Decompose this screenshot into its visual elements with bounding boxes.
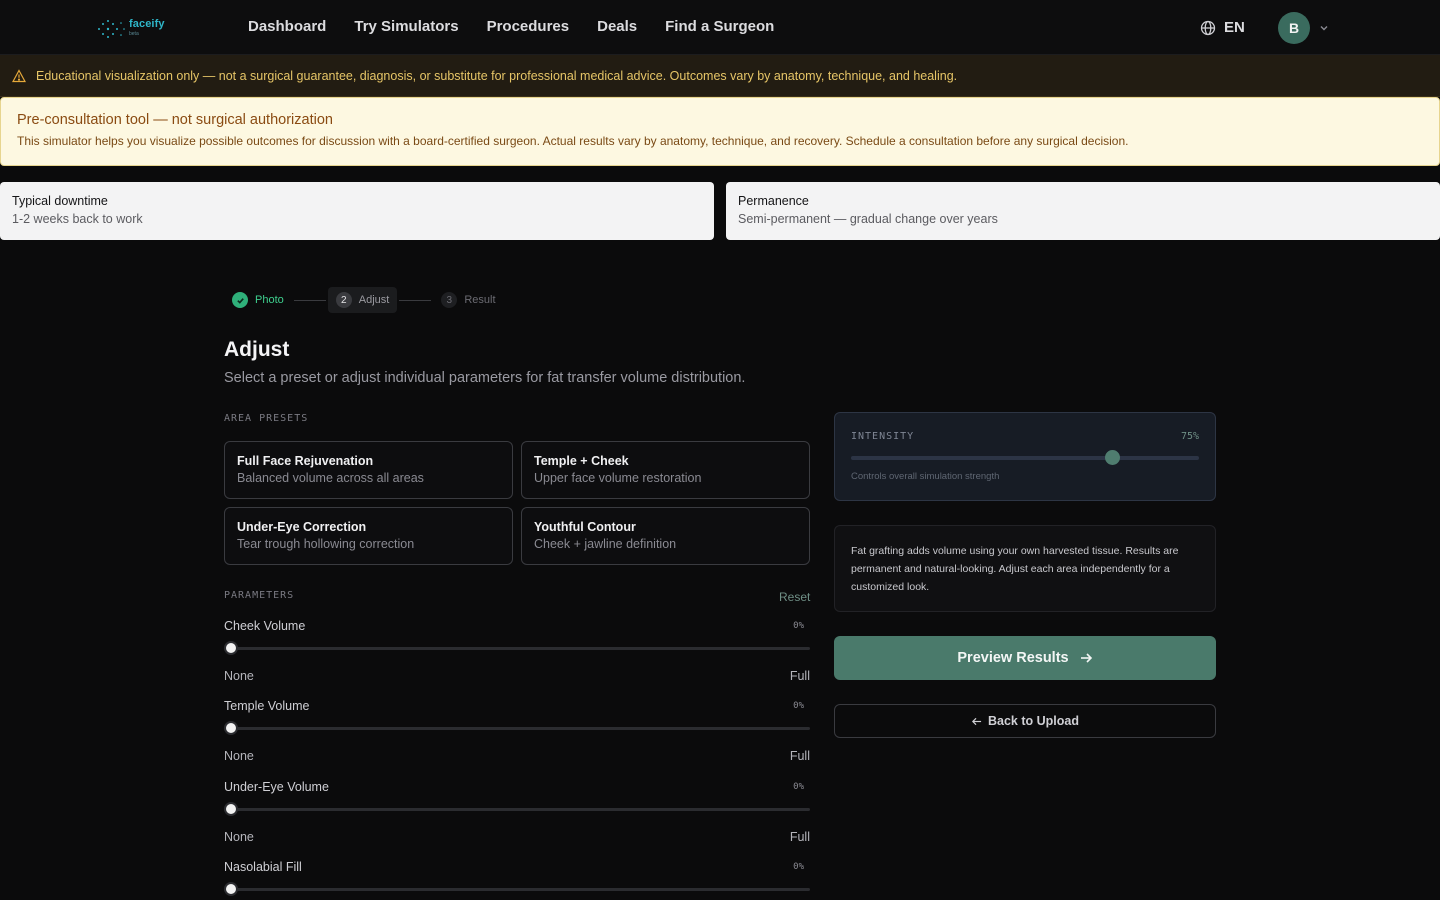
nav-deals[interactable]: Deals: [597, 18, 637, 35]
preset-under-eye[interactable]: Under-Eye Correction Tear trough hollowi…: [224, 507, 513, 565]
language-selector[interactable]: EN: [1200, 19, 1245, 36]
page-title: Adjust: [224, 338, 290, 361]
param-name: Nasolabial Fill: [224, 860, 302, 874]
step-adjust-number: 2: [335, 292, 352, 308]
param-name: Under-Eye Volume: [224, 780, 329, 794]
param-value: 0%: [793, 862, 804, 872]
permanence-value: Semi-permanent — gradual change over yea…: [738, 212, 998, 226]
permanence-card: Permanence Semi-permanent — gradual chan…: [726, 182, 1440, 240]
disclaimer-bar: Educational visualization only — not a s…: [0, 55, 1440, 97]
procedure-note: Fat grafting adds volume using your own …: [834, 525, 1216, 612]
intensity-value: 75%: [1180, 431, 1199, 442]
brand-name: faceify: [129, 18, 165, 30]
nav-find-surgeon[interactable]: Find a Surgeon: [665, 18, 774, 35]
disclaimer-text: Educational visualization only — not a s…: [36, 68, 958, 83]
nav-links: Dashboard Try Simulators Procedures Deal…: [248, 18, 774, 35]
preset-temple-cheek[interactable]: Temple + Cheek Upper face volume restora…: [521, 441, 810, 499]
slider-thumb[interactable]: [224, 802, 238, 816]
intensity-slider-thumb[interactable]: [1104, 450, 1120, 465]
step-connector: [293, 299, 326, 301]
param-name: Cheek Volume: [224, 619, 306, 633]
step-result-label: Result: [464, 294, 496, 306]
progress-stepper: Photo 2 Adjust 3 Result: [224, 287, 504, 313]
param-name: Temple Volume: [224, 699, 310, 713]
nav-procedures[interactable]: Procedures: [487, 18, 570, 35]
nav-try-simulators[interactable]: Try Simulators: [354, 18, 458, 35]
preset-subtitle: Cheek + jawline definition: [534, 537, 677, 551]
back-to-upload-label: Back to Upload: [988, 714, 1079, 728]
param-max-label: Full: [789, 749, 810, 763]
param-min-label: None: [224, 749, 254, 763]
preset-full-face[interactable]: Full Face Rejuvenation Balanced volume a…: [224, 441, 513, 499]
preset-title: Temple + Cheek: [534, 454, 629, 468]
permanence-label: Permanence: [738, 194, 809, 208]
intensity-slider-track[interactable]: [851, 456, 1199, 460]
check-icon: [232, 292, 248, 308]
preset-subtitle: Upper face volume restoration: [534, 471, 702, 485]
back-to-upload-button[interactable]: Back to Upload: [834, 704, 1216, 738]
language-label: EN: [1224, 19, 1245, 36]
top-navbar: faceify beta Dashboard Try Simulators Pr…: [0, 0, 1440, 55]
brand-tagline: beta: [129, 31, 139, 37]
slider-track[interactable]: [224, 647, 810, 650]
preview-results-button[interactable]: Preview Results: [834, 636, 1216, 680]
param-min-label: None: [224, 830, 254, 844]
parameters-section-label: PARAMETERS: [224, 590, 295, 601]
brand-logo[interactable]: faceify beta: [96, 16, 176, 40]
slider-track[interactable]: [224, 888, 810, 891]
arrow-left-icon: [971, 717, 982, 725]
preconsult-body: This simulator helps you visualize possi…: [17, 134, 1129, 148]
intensity-label: INTENSITY: [851, 431, 915, 442]
logo-dots-icon: [98, 20, 125, 38]
step-result-number: 3: [441, 292, 458, 308]
slider-track[interactable]: [224, 727, 810, 730]
downtime-label: Typical downtime: [12, 194, 108, 208]
param-min-label: None: [224, 669, 254, 683]
globe-icon: [1200, 20, 1216, 35]
preset-title: Full Face Rejuvenation: [237, 454, 374, 468]
nav-dashboard[interactable]: Dashboard: [248, 18, 326, 35]
slider-thumb[interactable]: [224, 721, 238, 735]
user-avatar[interactable]: B: [1278, 12, 1310, 44]
param-value: 0%: [793, 621, 804, 631]
reset-button[interactable]: Reset: [779, 590, 810, 604]
param-max-label: Full: [789, 830, 810, 844]
intensity-hint: Controls overall simulation strength: [851, 471, 1000, 482]
chevron-down-icon[interactable]: [1318, 22, 1330, 34]
slider-track[interactable]: [224, 808, 810, 811]
slider-thumb[interactable]: [224, 641, 238, 655]
param-max-label: Full: [789, 669, 810, 683]
step-adjust-label: Adjust: [358, 294, 390, 306]
preset-title: Youthful Contour: [534, 520, 636, 534]
preconsult-notice: Pre-consultation tool — not surgical aut…: [0, 97, 1440, 166]
presets-section-label: AREA PRESETS: [224, 413, 309, 424]
preset-subtitle: Tear trough hollowing correction: [237, 537, 415, 551]
page-subtitle: Select a preset or adjust individual par…: [224, 370, 746, 386]
downtime-card: Typical downtime 1-2 weeks back to work: [0, 182, 714, 240]
step-photo[interactable]: Photo: [224, 287, 292, 313]
preset-title: Under-Eye Correction: [237, 520, 367, 534]
step-photo-label: Photo: [255, 294, 284, 306]
slider-thumb[interactable]: [224, 882, 238, 896]
step-adjust[interactable]: 2 Adjust: [327, 287, 398, 313]
warning-icon: [12, 68, 26, 82]
step-connector: [399, 299, 432, 301]
step-result[interactable]: 3 Result: [433, 287, 503, 313]
param-value: 0%: [793, 782, 804, 792]
preconsult-title: Pre-consultation tool — not surgical aut…: [17, 112, 333, 128]
downtime-value: 1-2 weeks back to work: [12, 212, 143, 226]
param-value: 0%: [793, 701, 804, 711]
intensity-card: INTENSITY 75% Controls overall simulatio…: [834, 412, 1216, 501]
preset-youthful-contour[interactable]: Youthful Contour Cheek + jawline definit…: [521, 507, 810, 565]
arrow-right-icon: [1080, 653, 1092, 663]
preview-results-label: Preview Results: [957, 650, 1069, 666]
preset-subtitle: Balanced volume across all areas: [237, 471, 424, 485]
